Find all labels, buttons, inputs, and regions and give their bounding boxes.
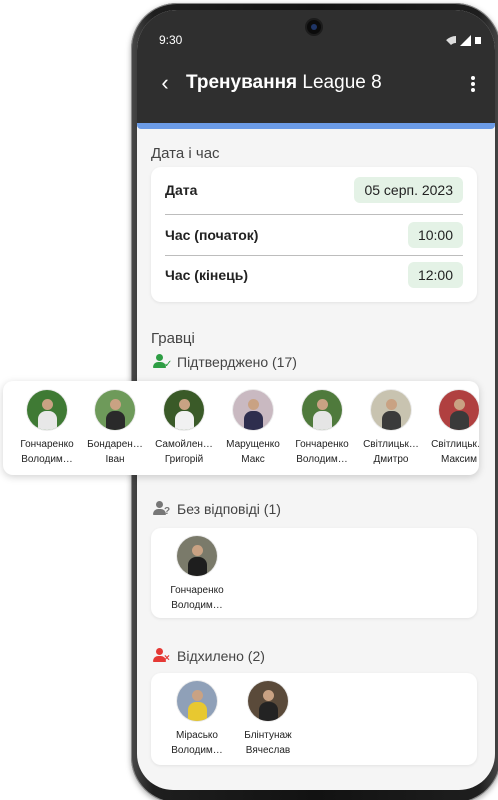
signal-icon [460, 35, 471, 46]
player-name-line1: Гончаренко [170, 585, 224, 596]
start-time-value[interactable]: 10:00 [407, 222, 463, 248]
avatar [233, 390, 273, 430]
avatar [164, 390, 204, 430]
avatar [248, 681, 288, 721]
back-button[interactable]: ‹ [155, 70, 175, 97]
wifi-icon [442, 35, 456, 46]
declined-title: Відхилено (2) [177, 648, 265, 664]
date-row[interactable]: Дата 05 серп. 2023 [165, 170, 463, 210]
player-name-line1: Гончаренко [20, 439, 74, 450]
front-camera [305, 18, 323, 36]
player-card[interactable]: Світлицьк… Максим [426, 390, 479, 467]
player-name-line1: Блінтунаж [244, 730, 292, 741]
player-name-line1: Світлицьк… [363, 439, 419, 450]
datetime-section-label: Дата і час [151, 145, 220, 162]
no-reply-header: ? Без відповіді (1) [153, 501, 281, 517]
confirmed-players-strip[interactable]: Гончаренко Володим… Бондарен… Іван Самой… [3, 381, 479, 475]
player-card[interactable]: Блінтунаж Вячеслав [235, 681, 301, 758]
avatar [302, 390, 342, 430]
end-time-value[interactable]: 12:00 [407, 262, 463, 288]
player-name-line2: Володим… [171, 600, 223, 611]
avatar [177, 536, 217, 576]
avatar [95, 390, 135, 430]
avatar [177, 681, 217, 721]
accent-bar [137, 123, 495, 129]
chevron-left-icon: ‹ [161, 70, 169, 95]
status-time: 9:30 [159, 33, 183, 47]
confirmed-header: ✓ Підтверджено (17) [153, 354, 297, 370]
player-name-line2: Макс [241, 454, 265, 465]
player-card[interactable]: Світлицьк… Дмитро [358, 390, 424, 467]
avatar [439, 390, 479, 430]
status-icons [442, 35, 481, 46]
datetime-card: Дата 05 серп. 2023 Час (початок) 10:00 Ч… [151, 167, 477, 302]
player-card[interactable]: Мірасько Володим… [164, 681, 230, 758]
person-x-icon: × [153, 648, 171, 664]
player-name-line2: Вячеслав [245, 745, 291, 756]
end-time-row[interactable]: Час (кінець) 12:00 [165, 255, 463, 295]
player-name-line2: Володим… [171, 745, 223, 756]
app-bar: 9:30 ‹ Тренування League 8 [137, 10, 495, 125]
person-check-icon: ✓ [153, 354, 172, 370]
more-menu-button[interactable] [471, 76, 475, 92]
dot-icon [471, 76, 475, 80]
declined-header: × Відхилено (2) [153, 648, 265, 664]
date-value[interactable]: 05 серп. 2023 [354, 177, 463, 203]
start-time-row[interactable]: Час (початок) 10:00 [165, 215, 463, 255]
person-question-icon: ? [153, 501, 171, 517]
player-name-line1: Мірасько [176, 730, 218, 741]
avatar [371, 390, 411, 430]
player-name-line2: Володим… [21, 454, 73, 465]
end-time-label: Час (кінець) [165, 267, 248, 283]
player-name-line1: Марущенко [226, 439, 280, 450]
player-card[interactable]: Бондарен… Іван [82, 390, 148, 467]
player-card[interactable]: Самойлен… Григорій [151, 390, 217, 467]
player-card[interactable]: Гончаренко Володим… [14, 390, 80, 467]
player-name-line2: Григорій [164, 454, 204, 465]
player-card[interactable]: Гончаренко Володим… [164, 536, 230, 613]
page-title: Тренування League 8 [186, 72, 382, 94]
player-name-line1: Гончаренко [295, 439, 349, 450]
declined-card: Мірасько Володим… Блінтунаж Вячеслав [151, 673, 477, 765]
player-name-line2: Дмитро [373, 454, 409, 465]
player-card[interactable]: Марущенко Макс [220, 390, 286, 467]
date-label: Дата [165, 182, 198, 198]
title-rest: League 8 [302, 72, 382, 93]
avatar [27, 390, 67, 430]
player-card[interactable]: Гончаренко Володим… [289, 390, 355, 467]
start-time-label: Час (початок) [165, 227, 259, 243]
battery-icon [475, 37, 481, 44]
players-section-label: Гравці [151, 330, 195, 347]
dot-icon [471, 88, 475, 92]
title-bold: Тренування [186, 72, 298, 93]
no-reply-card: Гончаренко Володим… [151, 528, 477, 618]
dot-icon [471, 82, 475, 86]
player-name-line1: Самойлен… [155, 439, 213, 450]
player-name-line2: Іван [105, 454, 125, 465]
no-reply-title: Без відповіді (1) [177, 501, 281, 517]
confirmed-title: Підтверджено (17) [177, 354, 297, 370]
player-name-line2: Володим… [296, 454, 348, 465]
player-name-line1: Бондарен… [87, 439, 143, 450]
player-name-line1: Світлицьк… [431, 439, 479, 450]
player-name-line2: Максим [441, 454, 477, 465]
